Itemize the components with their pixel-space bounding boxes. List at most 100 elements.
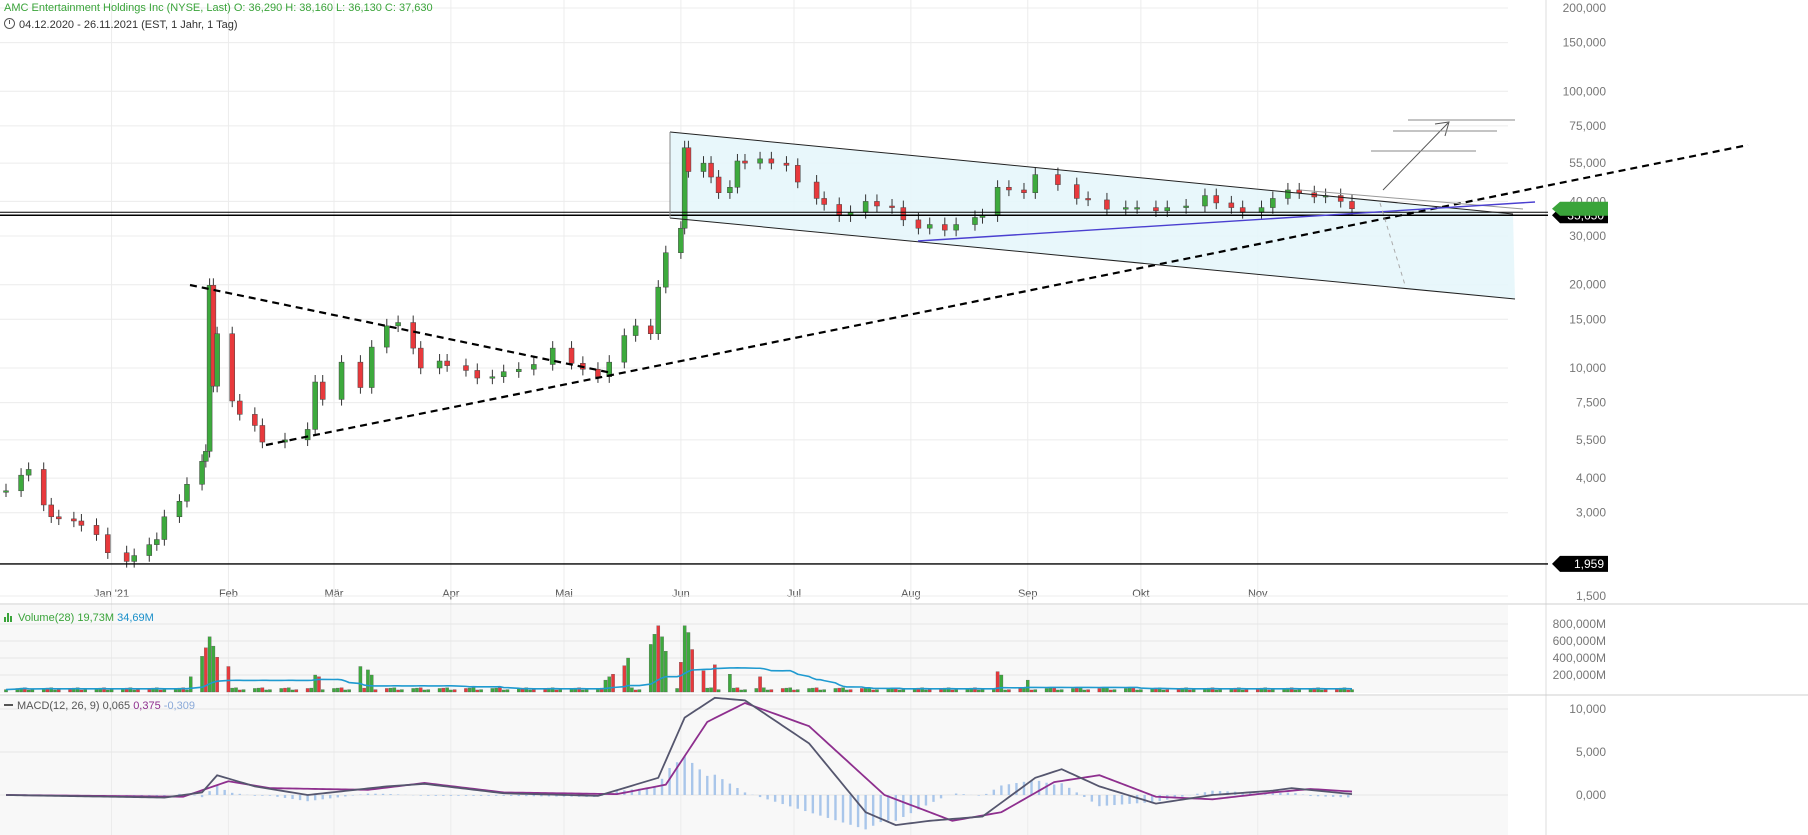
y-tick-label: 4,000 <box>1576 471 1606 485</box>
volume-bar <box>230 687 234 693</box>
volume-bar <box>811 687 815 693</box>
candle-body <box>1349 201 1355 210</box>
volume-bar <box>106 689 110 693</box>
candle-body <box>368 346 375 388</box>
y-tick-label: 75,000 <box>1569 119 1606 133</box>
macd-histogram-bar <box>1196 793 1199 795</box>
volume-bar <box>833 688 838 693</box>
volume-value-2: 34,69M <box>117 612 154 624</box>
candle-body <box>1285 189 1291 199</box>
macd-histogram-bar <box>954 793 958 795</box>
volume-bar <box>728 674 732 693</box>
volume-bar <box>268 689 272 693</box>
volume-bar <box>1078 687 1083 693</box>
volume-bar <box>611 674 615 693</box>
candle-body <box>1153 207 1159 212</box>
candle-body <box>1337 195 1344 202</box>
macd-panel-label[interactable]: MACD(12, 26, 9) 0,065 0,375 -0,309 <box>4 700 195 712</box>
volume-bar <box>765 689 770 693</box>
macd-histogram-bar <box>819 795 822 816</box>
candle-body <box>795 165 801 183</box>
macd-histogram-bar <box>1279 792 1282 795</box>
volume-bar <box>796 689 800 693</box>
candle-body <box>783 162 790 166</box>
volume-bar <box>954 689 958 693</box>
macd-histogram-bar <box>329 795 332 799</box>
candle-body <box>436 360 443 369</box>
volume-bar <box>1131 687 1136 693</box>
volume-bar <box>656 625 661 693</box>
volume-bar <box>83 689 87 693</box>
volume-bar <box>1267 689 1271 693</box>
volume-bar <box>1018 688 1022 693</box>
y-tick-label: 15,000 <box>1569 312 1606 326</box>
volume-bar <box>441 687 446 693</box>
macd-histogram-bar <box>706 775 709 795</box>
volume-bar <box>366 669 370 693</box>
macd-histogram-bar <box>713 774 717 795</box>
volume-panel-label[interactable]: Volume(28) 19,73M 34,69M <box>4 612 154 624</box>
candle-body <box>105 534 111 553</box>
macd-histogram-bar <box>1022 781 1026 795</box>
x-tick-label: Jan '21 <box>94 588 129 600</box>
volume-bar <box>581 689 585 693</box>
volume-bar <box>467 687 472 693</box>
volume-bar <box>373 689 378 693</box>
candle-body <box>312 381 318 430</box>
x-tick-label: Sep <box>1018 588 1038 600</box>
volume-bar <box>313 674 317 693</box>
volume-tick-label: 200,000M <box>1553 668 1606 682</box>
candle-body <box>1055 174 1061 185</box>
macd-histogram-bar <box>1030 780 1033 795</box>
volume-bar <box>1188 689 1192 693</box>
candle-body <box>395 322 401 327</box>
candle-body <box>942 224 948 231</box>
macd-histogram-bar <box>781 795 784 805</box>
macd-histogram-bar <box>660 778 664 795</box>
volume-value-1: 19,73M <box>77 612 115 624</box>
candle-body <box>71 518 77 522</box>
volume-bar <box>339 687 344 693</box>
macd-histogram-bar <box>1113 795 1116 806</box>
macd-histogram-bar <box>1007 784 1011 795</box>
candle-body <box>252 414 258 426</box>
macd-histogram-bar <box>253 795 257 796</box>
volume-bar <box>109 689 114 693</box>
volume-bar <box>558 689 562 693</box>
candle-body <box>889 205 895 208</box>
macd-histogram-bar <box>849 795 852 825</box>
candle-body <box>489 376 496 379</box>
volume-bars-icon <box>4 613 14 622</box>
volume-bar <box>215 657 219 693</box>
volume-bar <box>716 689 721 693</box>
volume-bar <box>1214 689 1219 693</box>
volume-bar <box>679 662 683 693</box>
candle-body <box>93 525 100 535</box>
macd-histogram-bar <box>856 795 860 828</box>
volume-bar <box>1244 689 1249 693</box>
volume-bar <box>841 687 845 693</box>
volume-bar <box>818 689 823 693</box>
candle-body <box>700 162 707 172</box>
volume-bar <box>675 688 679 693</box>
candle-body <box>463 365 469 371</box>
volume-bar <box>1075 687 1079 693</box>
volume-bar <box>607 676 611 693</box>
volume-bar <box>79 689 84 693</box>
macd-histogram-bar <box>231 792 234 795</box>
volume-bar <box>471 687 476 693</box>
candle-body <box>1270 198 1276 208</box>
macd-histogram-bar <box>1098 795 1101 807</box>
candle-body <box>1239 207 1246 213</box>
macd-histogram-bar <box>1090 795 1094 802</box>
volume-bar <box>136 689 140 693</box>
x-tick-label: Jun <box>672 588 690 600</box>
macd-histogram-bar <box>1309 795 1312 797</box>
candle-body <box>655 286 662 334</box>
candle-body <box>474 370 481 379</box>
macd-histogram-bar <box>472 795 475 796</box>
volume-bar <box>188 676 193 693</box>
chart-canvas[interactable]: Jan '21 Feb Mär Apr Mai Jun Jul Aug Sep Okt Nov 1,5… <box>0 0 1808 835</box>
volume-bar <box>464 688 468 693</box>
volume-bar <box>309 687 314 693</box>
